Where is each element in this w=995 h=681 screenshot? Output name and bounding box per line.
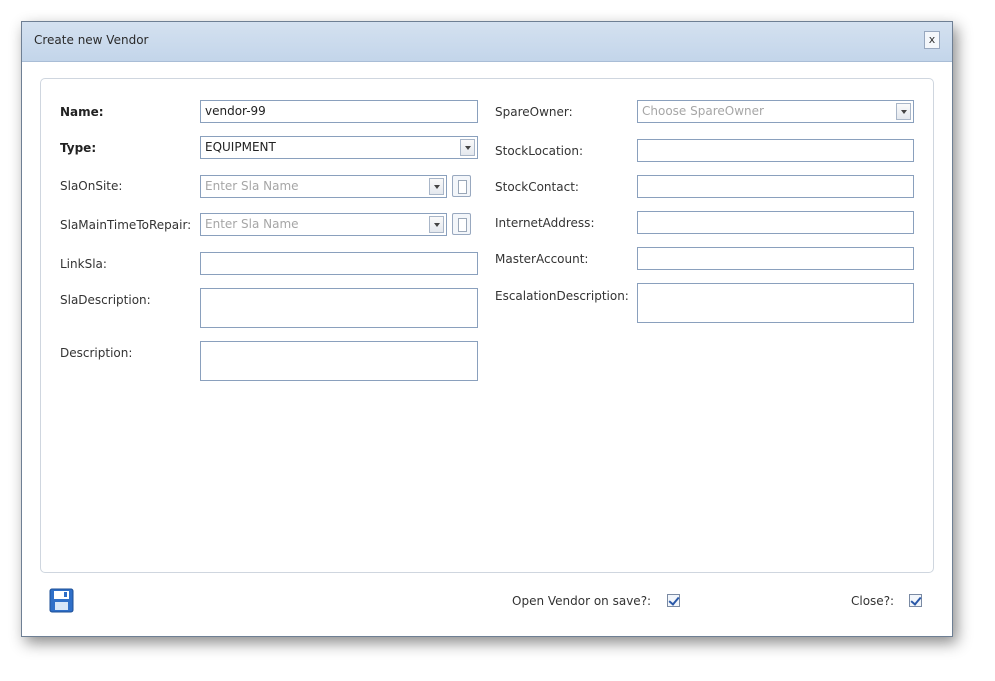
sla-onsite-label: SlaOnSite: xyxy=(60,179,123,193)
sla-main-lookup-icon[interactable] xyxy=(452,213,471,235)
dialog-title: Create new Vendor xyxy=(34,33,149,47)
close-on-save-label: Close?: xyxy=(851,594,895,608)
chevron-down-icon[interactable] xyxy=(896,103,911,120)
master-account-label: MasterAccount: xyxy=(495,252,589,266)
description-textarea[interactable] xyxy=(200,341,478,381)
sla-onsite-placeholder: Enter Sla Name xyxy=(205,179,299,193)
close-on-save-checkbox[interactable] xyxy=(909,594,922,607)
sla-description-textarea[interactable] xyxy=(200,288,478,328)
type-select-value: EQUIPMENT xyxy=(205,140,276,154)
stock-location-label: StockLocation: xyxy=(495,144,584,158)
sla-main-placeholder: Enter Sla Name xyxy=(205,217,299,231)
link-sla-input[interactable] xyxy=(200,252,478,275)
link-sla-label: LinkSla: xyxy=(60,257,107,271)
spare-owner-label: SpareOwner: xyxy=(495,105,573,119)
stock-contact-input[interactable] xyxy=(637,175,914,198)
escalation-description-label: EscalationDescription: xyxy=(495,289,629,303)
spare-owner-placeholder: Choose SpareOwner xyxy=(642,104,764,118)
description-label: Description: xyxy=(60,346,133,360)
internet-address-label: InternetAddress: xyxy=(495,216,595,230)
sla-onsite-lookup-icon[interactable] xyxy=(452,175,471,197)
close-button[interactable]: x xyxy=(924,31,940,49)
chevron-down-icon[interactable] xyxy=(460,139,475,156)
internet-address-input[interactable] xyxy=(637,211,914,234)
chevron-down-icon[interactable] xyxy=(429,216,444,233)
name-input[interactable]: vendor-99 xyxy=(200,100,478,123)
spare-owner-select[interactable]: Choose SpareOwner xyxy=(637,100,914,123)
sla-onsite-combobox[interactable]: Enter Sla Name xyxy=(200,175,447,198)
create-vendor-dialog: Create new Vendor x Name: vendor-99 Type… xyxy=(21,21,953,637)
stock-contact-label: StockContact: xyxy=(495,180,579,194)
floppy-disk-icon xyxy=(49,588,74,613)
type-label: Type: xyxy=(60,141,97,155)
sla-description-label: SlaDescription: xyxy=(60,293,151,307)
dialog-titlebar[interactable]: Create new Vendor x xyxy=(22,22,952,62)
name-label: Name: xyxy=(60,105,104,119)
escalation-description-textarea[interactable] xyxy=(637,283,914,323)
type-select[interactable]: EQUIPMENT xyxy=(200,136,478,159)
open-on-save-label: Open Vendor on save?: xyxy=(512,594,652,608)
sla-main-label: SlaMainTimeToRepair: xyxy=(60,218,192,232)
master-account-input[interactable] xyxy=(637,247,914,270)
chevron-down-icon[interactable] xyxy=(429,178,444,195)
open-on-save-checkbox[interactable] xyxy=(667,594,680,607)
save-button[interactable] xyxy=(49,588,74,613)
sla-main-combobox[interactable]: Enter Sla Name xyxy=(200,213,447,236)
stock-location-input[interactable] xyxy=(637,139,914,162)
